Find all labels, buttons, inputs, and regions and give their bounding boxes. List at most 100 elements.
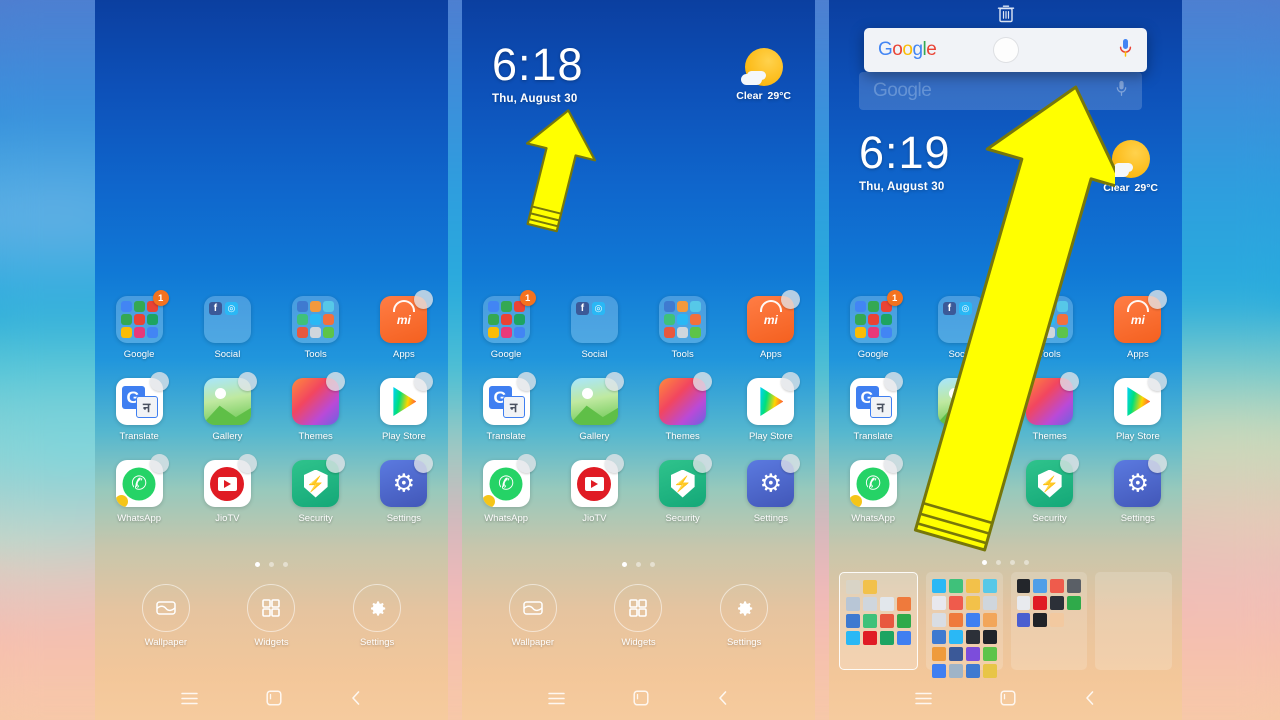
app-icon-wrap[interactable]: ⚡ — [659, 454, 713, 507]
edit-handle-bubble[interactable] — [414, 290, 434, 309]
page-dot[interactable] — [283, 562, 288, 567]
toolbar-item-settings[interactable]: Settings — [353, 584, 402, 648]
edit-handle-bubble[interactable] — [971, 454, 991, 473]
page-dot[interactable] — [1024, 560, 1029, 565]
menu-button[interactable] — [181, 692, 198, 705]
back-button[interactable] — [717, 690, 729, 706]
page-dot[interactable] — [1010, 560, 1015, 565]
app-icon-wrap[interactable]: mi — [1114, 290, 1168, 343]
app-icon-wrap[interactable] — [937, 372, 991, 425]
app-icon-wrap[interactable]: 1 — [115, 290, 169, 343]
app-cell-translate[interactable]: G न Translate — [462, 372, 550, 442]
home-button[interactable] — [266, 690, 282, 706]
app-cell-jiotv[interactable]: JioTV — [183, 454, 271, 524]
toolbar-item-wallpaper[interactable]: Wallpaper — [508, 584, 557, 648]
page-dot[interactable] — [982, 560, 987, 565]
app-icon-wrap[interactable] — [1026, 372, 1080, 425]
app-icon-wrap[interactable]: f ◎ — [203, 296, 251, 343]
edit-handle-bubble[interactable] — [971, 372, 991, 391]
edit-handle-bubble[interactable] — [237, 372, 257, 391]
app-cell-gallery[interactable]: Gallery — [550, 372, 638, 442]
app-icon-wrap[interactable]: ⚙ — [380, 454, 434, 507]
microphone-icon[interactable] — [1118, 38, 1133, 63]
edit-handle-bubble[interactable] — [149, 454, 169, 473]
app-icon-wrap[interactable]: Gन — [115, 372, 169, 425]
page-dot[interactable] — [996, 560, 1001, 565]
app-icon-wrap[interactable]: ⚙ — [1114, 454, 1168, 507]
app-cell-security[interactable]: ⚡ Security — [272, 454, 360, 524]
page-dot[interactable] — [636, 562, 641, 567]
edit-handle-bubble[interactable] — [781, 290, 801, 309]
edit-handle-bubble[interactable] — [604, 372, 624, 391]
app-icon-wrap[interactable] — [570, 454, 624, 507]
app-cell-google[interactable]: 1 Google — [95, 290, 183, 360]
edit-handle-bubble[interactable] — [414, 454, 434, 473]
app-icon-wrap[interactable] — [203, 372, 257, 425]
edit-handle-bubble[interactable] — [326, 454, 346, 473]
app-cell-settings[interactable]: ⚙ Settings — [727, 454, 815, 524]
app-cell-google[interactable]: 1 Google — [829, 290, 917, 360]
app-icon-wrap[interactable]: ✆ — [115, 454, 169, 507]
edit-handle-bubble[interactable] — [781, 454, 801, 473]
app-icon-wrap[interactable] — [659, 296, 707, 343]
google-search-widget-dragged[interactable]: Google — [864, 28, 1147, 72]
page-thumbnail-1[interactable] — [839, 572, 918, 670]
app-cell-apps[interactable]: mi Apps — [1094, 290, 1182, 360]
wallpaper-icon[interactable] — [141, 584, 190, 632]
trash-can-icon[interactable] — [997, 4, 1014, 28]
edit-handle-bubble[interactable] — [781, 372, 801, 391]
app-cell-jiotv[interactable]: JioTV — [917, 454, 1005, 524]
page-thumbnail-4[interactable] — [1095, 572, 1172, 670]
app-icon-wrap[interactable]: mi — [747, 290, 801, 343]
menu-button[interactable] — [548, 692, 565, 705]
app-icon-wrap[interactable]: 1 — [849, 290, 903, 343]
edit-handle-bubble[interactable] — [693, 372, 713, 391]
app-cell-settings[interactable]: ⚙ Settings — [1094, 454, 1182, 524]
edit-handle-bubble[interactable] — [1148, 454, 1168, 473]
app-cell-whatsapp[interactable]: ✆ WhatsApp — [829, 454, 917, 524]
app-cell-settings[interactable]: ⚙ Settings — [360, 454, 448, 524]
app-icon-wrap[interactable] — [937, 454, 991, 507]
app-icon-wrap[interactable] — [292, 296, 340, 343]
menu-button[interactable] — [915, 692, 932, 705]
toolbar-item-settings[interactable]: Settings — [720, 584, 769, 648]
app-icon-wrap[interactable] — [203, 454, 257, 507]
app-cell-jiotv[interactable]: JioTV — [550, 454, 638, 524]
home-button[interactable] — [633, 690, 649, 706]
app-icon-wrap[interactable]: f ◎ — [937, 296, 985, 343]
app-cell-security[interactable]: ⚡ Security — [1006, 454, 1094, 524]
clock-widget[interactable]: 6:19 Thu, August 30 — [859, 130, 951, 193]
page-dot[interactable] — [650, 562, 655, 567]
widgets-grid-icon[interactable] — [614, 584, 663, 632]
app-icon-wrap[interactable]: mi — [380, 290, 434, 343]
back-button[interactable] — [1084, 690, 1096, 706]
app-icon-wrap[interactable] — [1026, 296, 1074, 343]
app-cell-whatsapp[interactable]: ✆ WhatsApp — [462, 454, 550, 524]
weather-widget[interactable]: Clear 29°C — [1103, 140, 1158, 194]
app-icon-wrap[interactable]: 1 — [482, 290, 536, 343]
app-cell-play-store[interactable]: Play Store — [1094, 372, 1182, 442]
app-icon-wrap[interactable]: Gन — [849, 372, 903, 425]
back-button[interactable] — [350, 690, 362, 706]
widgets-grid-icon[interactable] — [247, 584, 296, 632]
app-cell-tools[interactable]: Tools — [639, 296, 727, 360]
edit-handle-bubble[interactable] — [1060, 454, 1080, 473]
app-cell-play-store[interactable]: Play Store — [360, 372, 448, 442]
app-icon-wrap[interactable]: ⚡ — [1026, 454, 1080, 507]
app-cell-tools[interactable]: Tools — [1006, 296, 1094, 360]
app-cell-social[interactable]: f ◎ Social — [550, 296, 638, 360]
edit-handle-bubble[interactable] — [1060, 372, 1080, 391]
page-dot[interactable] — [269, 562, 274, 567]
edit-handle-bubble[interactable] — [1148, 372, 1168, 391]
edit-handle-bubble[interactable] — [693, 454, 713, 473]
page-dot[interactable] — [255, 562, 260, 567]
app-icon-wrap[interactable] — [747, 372, 801, 425]
toolbar-item-wallpaper[interactable]: Wallpaper — [141, 584, 190, 648]
app-icon-wrap[interactable] — [380, 372, 434, 425]
gear-icon[interactable] — [353, 584, 402, 632]
app-cell-themes[interactable]: Themes — [1006, 372, 1094, 442]
edit-handle-bubble[interactable] — [516, 372, 536, 391]
app-cell-translate[interactable]: G न Translate — [829, 372, 917, 442]
app-cell-gallery[interactable]: Gallery — [183, 372, 271, 442]
app-cell-themes[interactable]: Themes — [272, 372, 360, 442]
